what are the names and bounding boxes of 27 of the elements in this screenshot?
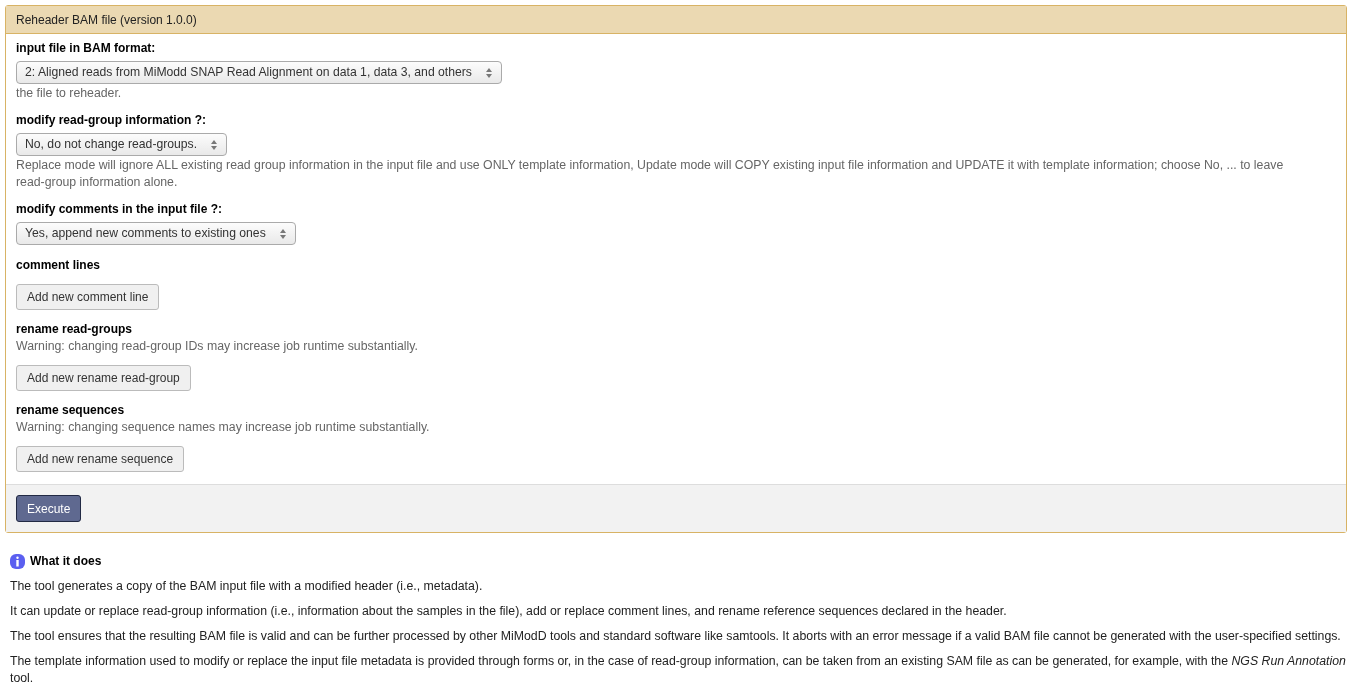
help-paragraph: The template information used to modify or replace the input file metadata is provided through forms or, in the case of read-group information, can be taken from an existing SAM file as can be generated, for example, with the NGS Run Annotation tool. — [10, 653, 1347, 687]
help-paragraph: The tool ensures that the resulting BAM file is valid and can be further processed by other MiModD tools and standard software like samtools. It aborts with an error message if a valid BAM file cannot be generated with the user-specified settings. — [10, 628, 1342, 645]
section-label: rename read-groups — [16, 321, 134, 338]
help-text: Replace mode will ignore ALL existing read group information in the input file and use ONLY template information, Update mode will COPY existing input file information and UPDATE it with template information; choose No, ... to leave read-group information alone. — [16, 157, 1285, 191]
tool-header: Reheader BAM file (version 1.0.0) — [6, 6, 1346, 34]
up-down-caret-icon — [279, 228, 286, 239]
up-down-caret-icon — [485, 67, 492, 78]
add-button[interactable]: Add new rename sequence — [16, 446, 185, 472]
section-label: rename sequences — [16, 402, 126, 419]
select-dropdown[interactable]: Yes, append new comments to existing ones — [16, 222, 296, 245]
execute-button[interactable]: Execute — [16, 495, 82, 522]
help-heading: What it does — [30, 553, 102, 570]
up-down-caret-icon — [211, 139, 218, 150]
warning-text: Warning: changing read-group IDs may increase job runtime substantially. — [16, 338, 419, 355]
help-text: the file to reheader. — [16, 85, 123, 102]
help-paragraph: The tool generates a copy of the BAM input file with a modified header (i.e., metadata). — [10, 578, 484, 595]
select-dropdown[interactable]: No, do not change read-groups. — [16, 133, 228, 156]
field-label: input file in BAM format: — [16, 40, 157, 57]
select-dropdown[interactable]: 2: Aligned reads from MiModd SNAP Read Alignment on data 1, data 3, and others — [16, 61, 502, 84]
add-button[interactable]: Add new comment line — [16, 284, 160, 310]
info-icon — [10, 553, 25, 569]
section-label: comment lines — [16, 257, 102, 274]
field-label: modify read-group information ?: — [16, 112, 207, 129]
add-button[interactable]: Add new rename read-group — [16, 365, 191, 391]
field-label: modify comments in the input file ?: — [16, 201, 223, 218]
warning-text: Warning: changing sequence names may increase job runtime substantially. — [16, 419, 431, 436]
help-paragraph: It can update or replace read-group information (i.e., information about the samples in the file), add or replace comment lines, and rename reference sequences declared in the header. — [10, 603, 1008, 620]
